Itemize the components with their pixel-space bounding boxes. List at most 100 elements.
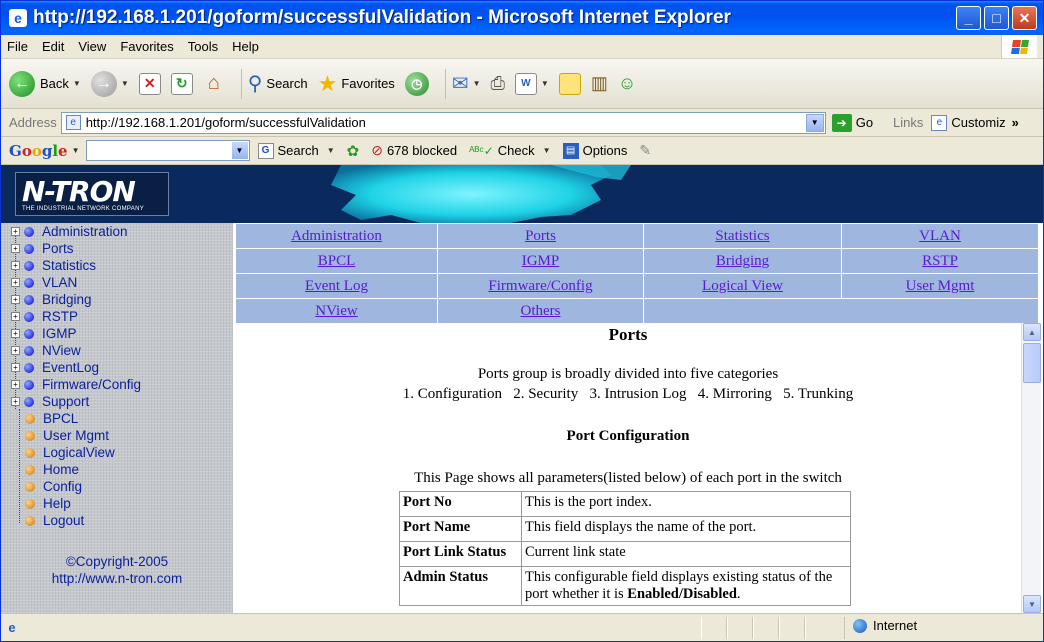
sidebar-item-nview[interactable]: + NView — [11, 342, 81, 359]
nav-link[interactable]: Bridging — [716, 253, 769, 269]
history-button[interactable]: ◷ — [404, 71, 429, 96]
mail-dropdown-icon[interactable]: ▼ — [473, 79, 481, 88]
nav-bridging[interactable]: Bridging — [643, 248, 842, 274]
nav-bpcl[interactable]: BPCL — [235, 248, 438, 274]
sidebar-item-support[interactable]: + Support — [11, 393, 89, 410]
refresh-button[interactable]: ↻ — [170, 72, 193, 95]
menu-help[interactable]: Help — [232, 39, 259, 54]
nav-logical-view[interactable]: Logical View — [643, 273, 842, 299]
messenger-button[interactable]: ☺ — [618, 73, 636, 94]
nav-link[interactable]: Statistics — [715, 228, 769, 244]
expand-icon[interactable]: + — [11, 278, 20, 287]
discuss-button[interactable] — [558, 72, 581, 95]
sidebar-item-logout[interactable]: Logout — [25, 512, 84, 529]
nav-link[interactable]: Event Log — [305, 278, 368, 294]
edit-button[interactable]: W ▼ — [514, 72, 549, 95]
search-button[interactable]: ⚲ Search — [248, 71, 308, 96]
sidebar-item-firmware-config[interactable]: + Firmware/Config — [11, 376, 141, 393]
edit-dropdown-icon[interactable]: ▼ — [541, 79, 549, 88]
scroll-up-icon[interactable]: ▲ — [1023, 323, 1041, 341]
expand-icon[interactable]: + — [11, 261, 20, 270]
expand-icon[interactable]: + — [11, 295, 20, 304]
sidebar-item-bridging[interactable]: + Bridging — [11, 291, 92, 308]
vertical-scrollbar[interactable]: ▲ ▼ — [1021, 323, 1041, 613]
expand-icon[interactable]: + — [11, 244, 20, 253]
nav-link[interactable]: VLAN — [919, 228, 961, 244]
nav-link[interactable]: BPCL — [318, 253, 356, 269]
address-input[interactable]: e http://192.168.1.201/goform/successful… — [60, 111, 826, 134]
highlight-button[interactable]: ✎ — [639, 142, 651, 159]
sidebar-item-statistics[interactable]: + Statistics — [11, 257, 96, 274]
nav-igmp[interactable]: IGMP — [437, 248, 644, 274]
expand-icon[interactable]: + — [11, 363, 20, 372]
forward-dropdown-icon[interactable]: ▼ — [121, 79, 129, 88]
sidebar-item-igmp[interactable]: + IGMP — [11, 325, 77, 342]
expand-icon[interactable]: + — [11, 312, 20, 321]
google-search-input[interactable]: ▼ — [85, 140, 250, 161]
nav-link[interactable]: Administration — [291, 228, 382, 244]
nav-firmware-config[interactable]: Firmware/Config — [437, 273, 644, 299]
pagerank-button[interactable]: ✿ — [347, 142, 360, 160]
go-button[interactable]: ➔ Go — [831, 113, 873, 132]
sidebar-item-eventlog[interactable]: + EventLog — [11, 359, 99, 376]
sidebar-item-bpcl[interactable]: BPCL — [25, 410, 78, 427]
home-button[interactable]: ⌂ — [203, 72, 225, 95]
links-label[interactable]: Links — [893, 115, 923, 130]
nav-ports[interactable]: Ports — [437, 223, 644, 249]
nav-link[interactable]: User Mgmt — [906, 278, 975, 294]
nav-link[interactable]: IGMP — [522, 253, 560, 269]
maximize-button[interactable]: □ — [984, 6, 1009, 30]
expand-icon[interactable]: + — [11, 329, 20, 338]
website-link[interactable]: http://www.n-tron.com — [1, 570, 233, 587]
forward-button[interactable]: → ▼ — [90, 70, 129, 97]
nav-user-mgmt[interactable]: User Mgmt — [841, 273, 1039, 299]
popup-blocker-button[interactable]: ⊘ 678 blocked — [371, 142, 457, 159]
menu-edit[interactable]: Edit — [42, 39, 64, 54]
nav-rstp[interactable]: RSTP — [841, 248, 1039, 274]
sidebar-item-administration[interactable]: + Administration — [11, 223, 128, 240]
menu-favorites[interactable]: Favorites — [120, 39, 173, 54]
sidebar-item-logicalview[interactable]: LogicalView — [25, 444, 115, 461]
customize-link[interactable]: e Customiz » — [931, 114, 1019, 131]
google-search-button[interactable]: G Search ▼ — [257, 142, 335, 159]
close-button[interactable]: ✕ — [1012, 6, 1037, 30]
expand-icon[interactable]: + — [11, 397, 20, 406]
title-bar[interactable]: e http://192.168.1.201/goform/successful… — [1, 1, 1043, 35]
google-search-dropdown[interactable]: ▼ — [327, 146, 335, 155]
nav-others[interactable]: Others — [437, 298, 644, 324]
sidebar-item-ports[interactable]: + Ports — [11, 240, 74, 257]
nav-link[interactable]: Firmware/Config — [488, 278, 592, 294]
google-options-button[interactable]: ▤ Options — [562, 142, 627, 159]
mail-button[interactable]: ✉ ▼ — [452, 71, 481, 96]
sidebar-item-rstp[interactable]: + RSTP — [11, 308, 78, 325]
menu-view[interactable]: View — [78, 39, 106, 54]
print-button[interactable]: ⎙ — [491, 73, 505, 94]
nav-administration[interactable]: Administration — [235, 223, 438, 249]
sidebar-item-user-mgmt[interactable]: User Mgmt — [25, 427, 109, 444]
spellcheck-button[interactable]: ᴬᴮᶜ✓ Check ▼ — [469, 143, 551, 158]
stop-button[interactable]: ✕ — [138, 72, 161, 95]
nav-link[interactable]: Logical View — [702, 278, 783, 294]
nav-event-log[interactable]: Event Log — [235, 273, 438, 299]
google-logo[interactable]: Google — [9, 142, 68, 160]
check-dropdown-icon[interactable]: ▼ — [543, 146, 551, 155]
nav-nview[interactable]: NView — [235, 298, 438, 324]
sidebar-item-home[interactable]: Home — [25, 461, 79, 478]
google-search-dropdown-icon[interactable]: ▼ — [231, 142, 248, 159]
sidebar-item-vlan[interactable]: + VLAN — [11, 274, 77, 291]
sidebar-item-config[interactable]: Config — [25, 478, 82, 495]
sidebar-item-help[interactable]: Help — [25, 495, 71, 512]
nav-link[interactable]: NView — [315, 303, 357, 319]
menu-file[interactable]: File — [7, 39, 28, 54]
favorites-button[interactable]: ★ Favorites — [318, 71, 395, 97]
nav-link[interactable]: Ports — [525, 228, 556, 244]
expand-icon[interactable]: + — [11, 346, 20, 355]
google-menu-dropdown-icon[interactable]: ▼ — [72, 146, 80, 155]
nav-vlan[interactable]: VLAN — [841, 223, 1039, 249]
address-dropdown-icon[interactable]: ▼ — [805, 113, 824, 132]
expand-icon[interactable]: + — [11, 227, 20, 236]
research-button[interactable]: ▥ — [591, 73, 608, 94]
menu-tools[interactable]: Tools — [188, 39, 218, 54]
back-dropdown-icon[interactable]: ▼ — [73, 79, 81, 88]
scroll-down-icon[interactable]: ▼ — [1023, 595, 1041, 613]
